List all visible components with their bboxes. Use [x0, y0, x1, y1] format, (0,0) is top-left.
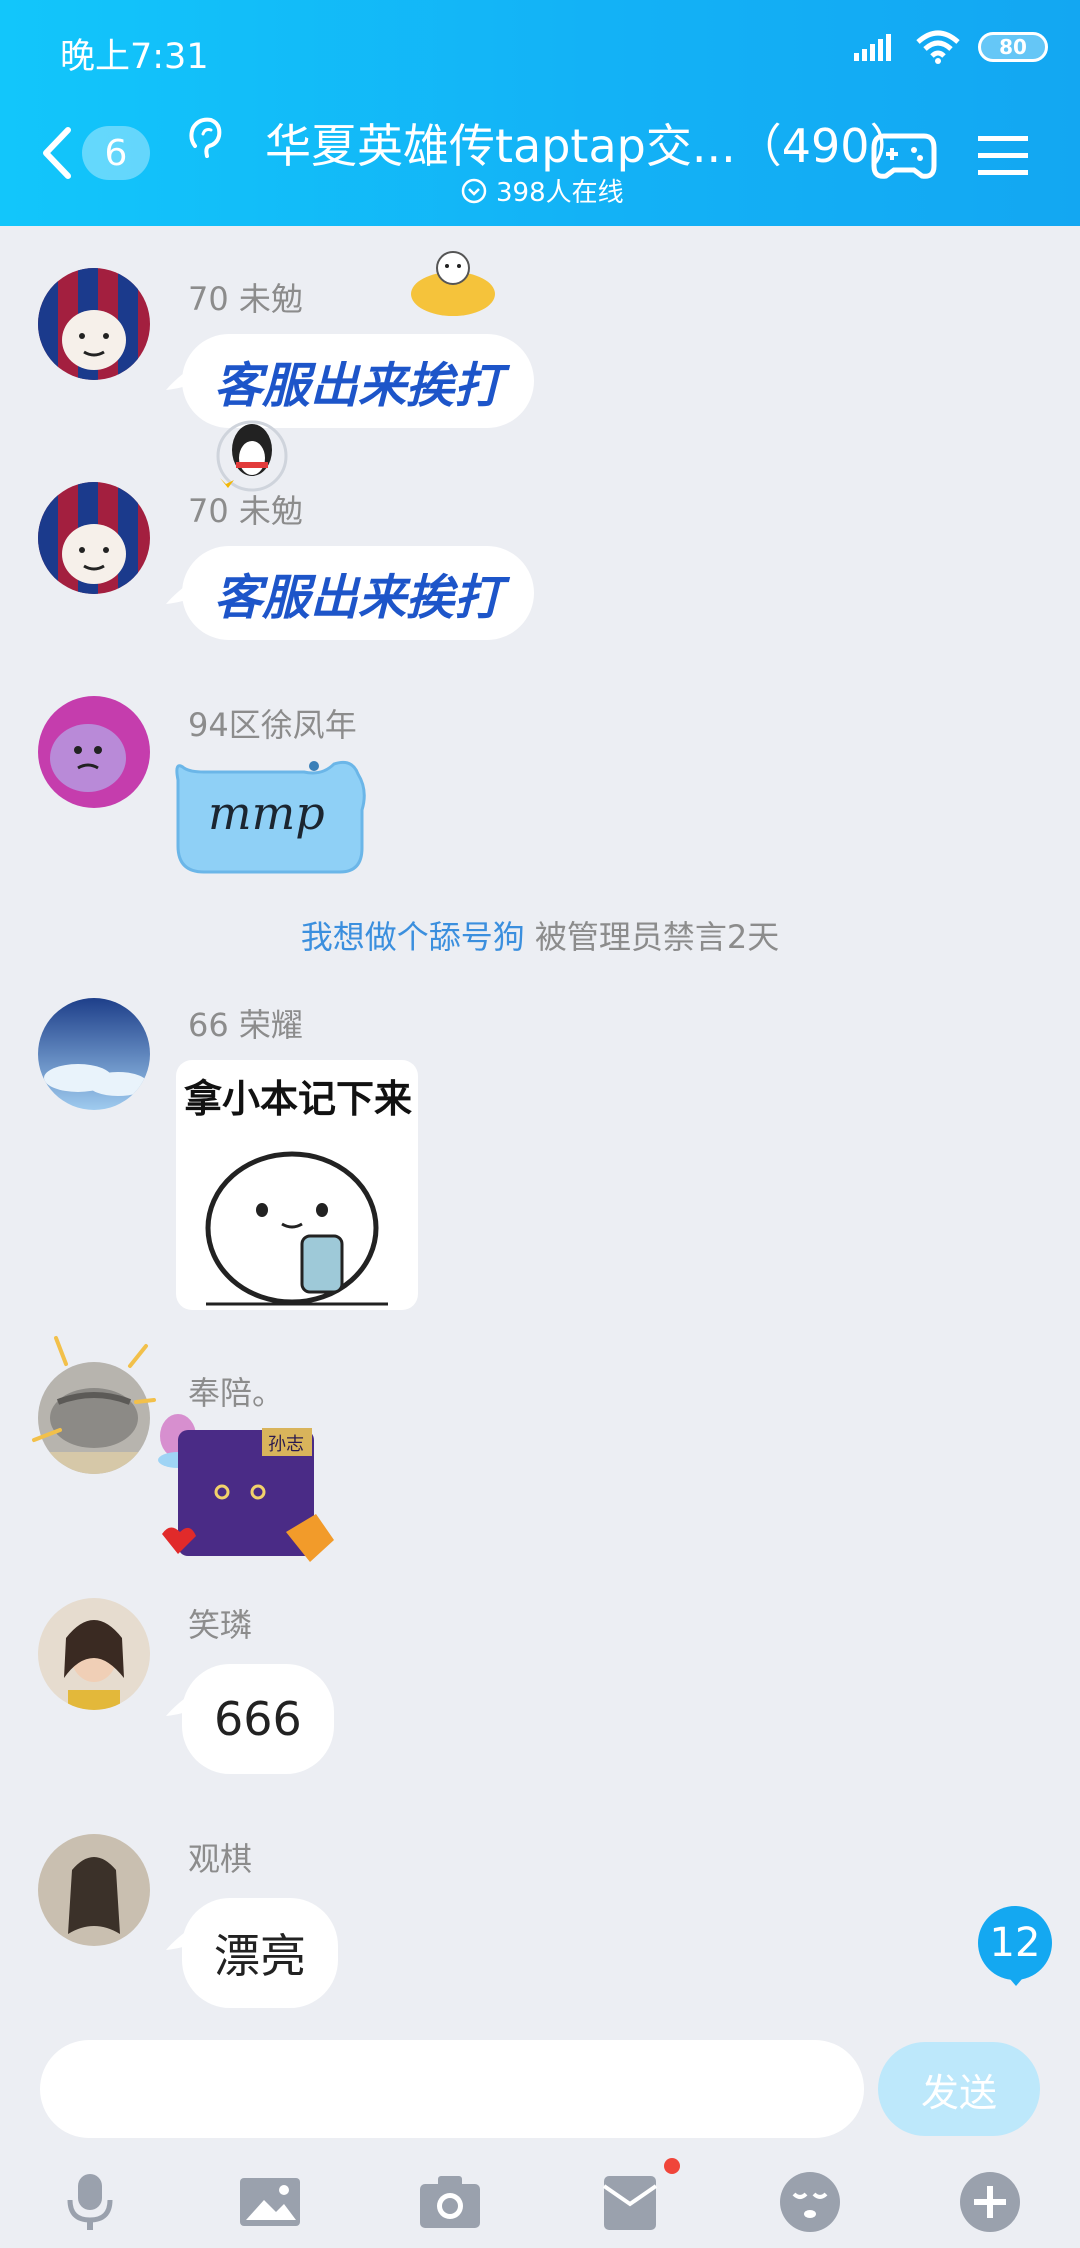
chevron-left-icon	[43, 127, 71, 179]
sticker-bubble-text: mmp	[208, 786, 325, 840]
avatar[interactable]	[38, 1834, 150, 1946]
avatar[interactable]	[38, 696, 150, 808]
notice-text: 被管理员禁言2天	[524, 918, 780, 956]
chat-header: 晚上7:31 80 6 华夏英雄传taptap交...（490） 398人在线	[0, 0, 1080, 226]
sender-name: 观棋	[188, 1840, 253, 1878]
message-sticker-bubble[interactable]: mmp	[154, 750, 370, 876]
chevron-circle-icon	[461, 178, 487, 203]
wifi-icon	[916, 30, 960, 64]
avatar-frame-decoration	[32, 1336, 156, 1442]
badge-tail	[1004, 1972, 1028, 1986]
avatar[interactable]	[38, 1598, 150, 1710]
group-title[interactable]: 华夏英雄传taptap交...（490）	[265, 110, 916, 176]
bear-sticker-decoration	[411, 251, 495, 316]
avatar[interactable]	[38, 998, 150, 1110]
system-notice: 我想做个舔号狗 被管理员禁言2天	[0, 912, 1080, 958]
message-bubble[interactable]: 666	[182, 1664, 334, 1774]
online-count-label: 398人在线	[496, 178, 624, 208]
sender-name: 奉陪。	[188, 1374, 285, 1412]
notification-dot	[664, 2158, 680, 2174]
sticker-caption: 孙志	[268, 1434, 304, 1455]
avatar[interactable]	[38, 482, 150, 594]
unread-chats-count: 6	[82, 126, 150, 180]
sender-name: 66 荣耀	[188, 1006, 303, 1044]
penguin-badge-icon	[216, 420, 288, 492]
signal-icon	[854, 34, 891, 61]
plus-icon[interactable]	[958, 2170, 1022, 2234]
image-icon[interactable]	[238, 2170, 302, 2234]
message-input[interactable]	[40, 2040, 864, 2138]
gamepad-icon[interactable]	[870, 130, 938, 182]
status-time: 晚上7:31	[60, 37, 209, 77]
message-bubble[interactable]: 漂亮	[182, 1898, 338, 2008]
microphone-icon[interactable]	[58, 2170, 122, 2234]
battery-icon: 80	[978, 32, 1048, 62]
emoji-icon[interactable]	[778, 2170, 842, 2234]
menu-icon[interactable]	[978, 134, 1028, 178]
send-button[interactable]: 发送	[878, 2042, 1040, 2136]
sender-name: 70 未勉	[188, 492, 303, 530]
avatar[interactable]	[38, 268, 150, 380]
camera-icon[interactable]	[418, 2170, 482, 2234]
red-packet-icon[interactable]	[598, 2170, 662, 2234]
sender-name: 94区徐凤年	[188, 706, 357, 744]
new-messages-badge[interactable]: 12	[978, 1906, 1052, 1980]
message-bubble[interactable]: 客服出来挨打	[182, 546, 535, 640]
sender-name: 笑璘	[188, 1606, 253, 1644]
message-sticker[interactable]: 孙志	[150, 1410, 350, 1570]
bottom-toolbar	[0, 2160, 1080, 2248]
earpiece-mode-icon[interactable]	[185, 116, 225, 162]
sender-name: 70 未勉	[188, 280, 303, 318]
muted-user-link[interactable]: 我想做个舔号狗	[301, 918, 525, 956]
message-sticker[interactable]: 拿小本记下来	[176, 1060, 418, 1310]
back-button[interactable]: 6	[40, 118, 160, 188]
online-count: 398人在线	[460, 172, 624, 209]
status-icons: 80	[854, 30, 1048, 64]
